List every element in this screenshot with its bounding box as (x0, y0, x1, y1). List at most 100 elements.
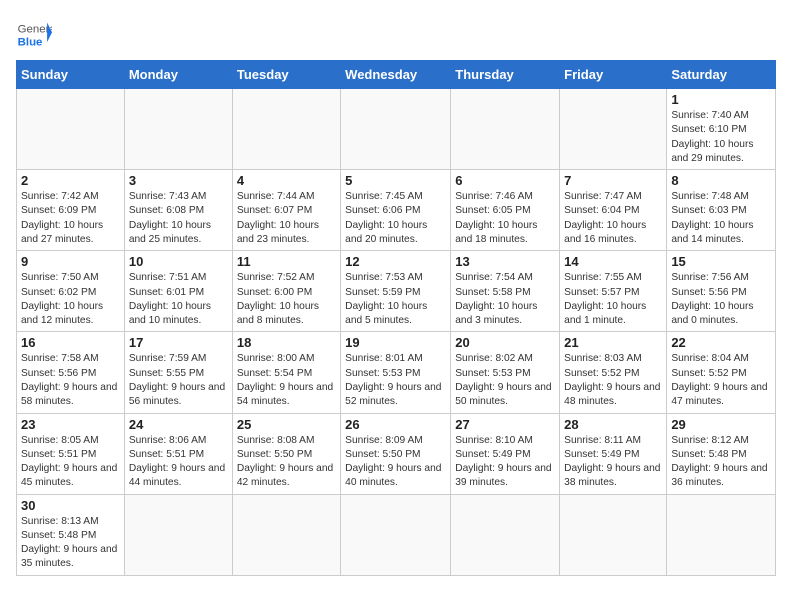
calendar-cell (124, 89, 232, 170)
day-number: 15 (671, 254, 771, 269)
day-info: Sunrise: 8:00 AM Sunset: 5:54 PM Dayligh… (237, 352, 336, 409)
logo: General Blue (16, 16, 58, 52)
day-number: 1 (671, 92, 771, 107)
day-info: Sunrise: 8:05 AM Sunset: 5:51 PM Dayligh… (21, 434, 120, 491)
day-number: 10 (129, 254, 228, 269)
day-info: Sunrise: 7:56 AM Sunset: 5:56 PM Dayligh… (671, 271, 771, 328)
weekday-header-tuesday: Tuesday (232, 61, 340, 89)
day-info: Sunrise: 7:59 AM Sunset: 5:55 PM Dayligh… (129, 352, 228, 409)
calendar-cell: 2 Sunrise: 7:42 AM Sunset: 6:09 PM Daylig… (17, 170, 125, 251)
day-number: 18 (237, 335, 336, 350)
calendar-cell: 18 Sunrise: 8:00 AM Sunset: 5:54 PM Dayli… (232, 332, 340, 413)
calendar-cell (232, 494, 340, 575)
calendar-cell (124, 494, 232, 575)
day-info: Sunrise: 7:55 AM Sunset: 5:57 PM Dayligh… (564, 271, 662, 328)
calendar-cell: 5Sunrise: 7:45 AM Sunset: 6:06 PM Daylig… (341, 170, 451, 251)
calendar-cell: 10 Sunrise: 7:51 AM Sunset: 6:01 PM Dayli… (124, 251, 232, 332)
day-number: 28 (564, 417, 662, 432)
day-info: Sunrise: 7:53 AM Sunset: 5:59 PM Dayligh… (345, 271, 446, 328)
day-number: 12 (345, 254, 446, 269)
calendar-cell: 6 Sunrise: 7:46 AM Sunset: 6:05 PM Daylig… (451, 170, 560, 251)
calendar-table: SundayMondayTuesdayWednesdayThursdayFrid… (16, 60, 776, 576)
day-info: Sunrise: 8:03 AM Sunset: 5:52 PM Dayligh… (564, 352, 662, 409)
day-info: Sunrise: 8:12 AM Sunset: 5:48 PM Dayligh… (671, 434, 771, 491)
day-number: 22 (671, 335, 771, 350)
day-number: 4 (237, 173, 336, 188)
day-number: 3 (129, 173, 228, 188)
calendar-cell (560, 494, 667, 575)
calendar-cell: 14Sunrise: 7:55 AM Sunset: 5:57 PM Dayli… (560, 251, 667, 332)
calendar-cell: 27 Sunrise: 8:10 AM Sunset: 5:49 PM Dayli… (451, 413, 560, 494)
calendar-cell: 7 Sunrise: 7:47 AM Sunset: 6:04 PM Daylig… (560, 170, 667, 251)
weekday-header-monday: Monday (124, 61, 232, 89)
day-number: 27 (455, 417, 555, 432)
calendar-cell: 8 Sunrise: 7:48 AM Sunset: 6:03 PM Daylig… (667, 170, 776, 251)
calendar-cell (451, 89, 560, 170)
day-number: 30 (21, 498, 120, 513)
calendar-cell: 3 Sunrise: 7:43 AM Sunset: 6:08 PM Daylig… (124, 170, 232, 251)
day-number: 21 (564, 335, 662, 350)
calendar-cell (232, 89, 340, 170)
day-info: Sunrise: 8:13 AM Sunset: 5:48 PM Dayligh… (21, 515, 120, 572)
day-info: Sunrise: 8:10 AM Sunset: 5:49 PM Dayligh… (455, 434, 555, 491)
day-info: Sunrise: 8:02 AM Sunset: 5:53 PM Dayligh… (455, 352, 555, 409)
day-number: 7 (564, 173, 662, 188)
day-number: 16 (21, 335, 120, 350)
svg-text:Blue: Blue (18, 36, 43, 48)
day-info: Sunrise: 7:51 AM Sunset: 6:01 PM Dayligh… (129, 271, 228, 328)
calendar-week-4: 16 Sunrise: 7:58 AM Sunset: 5:56 PM Dayli… (17, 332, 776, 413)
calendar-cell (560, 89, 667, 170)
calendar-cell: 9 Sunrise: 7:50 AM Sunset: 6:02 PM Daylig… (17, 251, 125, 332)
calendar-cell: 28Sunrise: 8:11 AM Sunset: 5:49 PM Dayli… (560, 413, 667, 494)
calendar-cell: 4Sunrise: 7:44 AM Sunset: 6:07 PM Daylig… (232, 170, 340, 251)
calendar-cell: 20 Sunrise: 8:02 AM Sunset: 5:53 PM Dayli… (451, 332, 560, 413)
day-info: Sunrise: 7:42 AM Sunset: 6:09 PM Dayligh… (21, 190, 120, 247)
calendar-cell (341, 89, 451, 170)
calendar-cell: 13Sunrise: 7:54 AM Sunset: 5:58 PM Dayli… (451, 251, 560, 332)
day-number: 26 (345, 417, 446, 432)
calendar-cell: 26 Sunrise: 8:09 AM Sunset: 5:50 PM Dayli… (341, 413, 451, 494)
weekday-header-friday: Friday (560, 61, 667, 89)
day-number: 9 (21, 254, 120, 269)
calendar-cell: 29 Sunrise: 8:12 AM Sunset: 5:48 PM Dayli… (667, 413, 776, 494)
calendar-cell: 11Sunrise: 7:52 AM Sunset: 6:00 PM Dayli… (232, 251, 340, 332)
calendar-week-6: 30 Sunrise: 8:13 AM Sunset: 5:48 PM Dayli… (17, 494, 776, 575)
day-info: Sunrise: 7:50 AM Sunset: 6:02 PM Dayligh… (21, 271, 120, 328)
calendar-cell: 16 Sunrise: 7:58 AM Sunset: 5:56 PM Dayli… (17, 332, 125, 413)
day-number: 8 (671, 173, 771, 188)
calendar-week-3: 9 Sunrise: 7:50 AM Sunset: 6:02 PM Daylig… (17, 251, 776, 332)
day-number: 24 (129, 417, 228, 432)
day-number: 6 (455, 173, 555, 188)
day-info: Sunrise: 7:46 AM Sunset: 6:05 PM Dayligh… (455, 190, 555, 247)
day-number: 2 (21, 173, 120, 188)
calendar-cell: 24 Sunrise: 8:06 AM Sunset: 5:51 PM Dayli… (124, 413, 232, 494)
weekday-header-thursday: Thursday (451, 61, 560, 89)
logo-icon: General Blue (16, 16, 52, 52)
day-info: Sunrise: 7:40 AM Sunset: 6:10 PM Dayligh… (671, 109, 771, 166)
day-info: Sunrise: 8:09 AM Sunset: 5:50 PM Dayligh… (345, 434, 446, 491)
calendar-cell (451, 494, 560, 575)
day-number: 25 (237, 417, 336, 432)
calendar-week-1: 1 Sunrise: 7:40 AM Sunset: 6:10 PM Daylig… (17, 89, 776, 170)
calendar-cell: 15 Sunrise: 7:56 AM Sunset: 5:56 PM Dayli… (667, 251, 776, 332)
day-number: 29 (671, 417, 771, 432)
calendar-cell: 25 Sunrise: 8:08 AM Sunset: 5:50 PM Dayli… (232, 413, 340, 494)
day-info: Sunrise: 8:01 AM Sunset: 5:53 PM Dayligh… (345, 352, 446, 409)
day-info: Sunrise: 8:08 AM Sunset: 5:50 PM Dayligh… (237, 434, 336, 491)
day-info: Sunrise: 7:58 AM Sunset: 5:56 PM Dayligh… (21, 352, 120, 409)
calendar-cell: 12 Sunrise: 7:53 AM Sunset: 5:59 PM Dayli… (341, 251, 451, 332)
day-number: 20 (455, 335, 555, 350)
day-info: Sunrise: 8:06 AM Sunset: 5:51 PM Dayligh… (129, 434, 228, 491)
day-info: Sunrise: 7:48 AM Sunset: 6:03 PM Dayligh… (671, 190, 771, 247)
day-info: Sunrise: 7:47 AM Sunset: 6:04 PM Dayligh… (564, 190, 662, 247)
calendar-cell: 22Sunrise: 8:04 AM Sunset: 5:52 PM Dayli… (667, 332, 776, 413)
day-info: Sunrise: 7:43 AM Sunset: 6:08 PM Dayligh… (129, 190, 228, 247)
weekday-header-saturday: Saturday (667, 61, 776, 89)
day-number: 11 (237, 254, 336, 269)
day-number: 5 (345, 173, 446, 188)
calendar-week-5: 23Sunrise: 8:05 AM Sunset: 5:51 PM Dayli… (17, 413, 776, 494)
calendar-cell: 23Sunrise: 8:05 AM Sunset: 5:51 PM Dayli… (17, 413, 125, 494)
calendar-week-2: 2 Sunrise: 7:42 AM Sunset: 6:09 PM Daylig… (17, 170, 776, 251)
calendar-cell (341, 494, 451, 575)
weekday-header-wednesday: Wednesday (341, 61, 451, 89)
